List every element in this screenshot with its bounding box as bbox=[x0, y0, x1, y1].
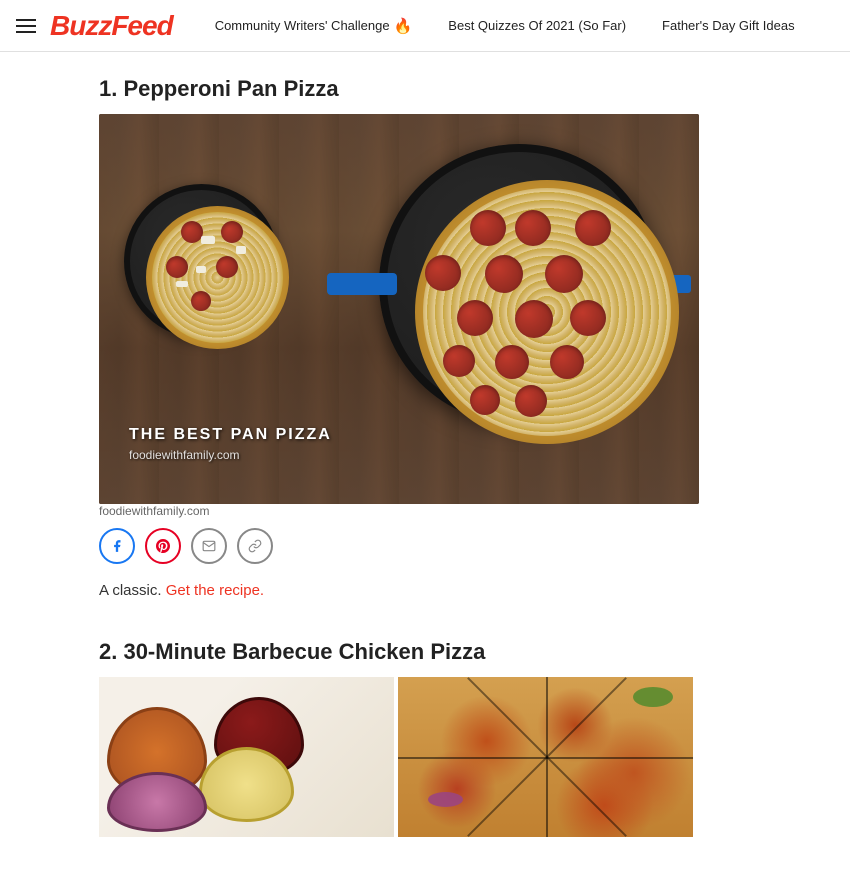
feta-1 bbox=[201, 236, 215, 244]
email-icon bbox=[202, 539, 216, 553]
nav-link-community[interactable]: Community Writers' Challenge 🔥 bbox=[197, 0, 431, 52]
image-caption-1: foodiewithfamily.com bbox=[99, 504, 751, 518]
nav-link-quizzes-label: Best Quizzes Of 2021 (So Far) bbox=[448, 18, 626, 33]
article-title-2: 2. 30-Minute Barbecue Chicken Pizza bbox=[99, 639, 751, 665]
article-title-1: 1. Pepperoni Pan Pizza bbox=[99, 76, 751, 102]
image-overlay-title: THE BEST PAN PIZZA bbox=[129, 426, 332, 444]
link-icon bbox=[248, 539, 262, 553]
article-image-container-2 bbox=[99, 677, 751, 837]
main-content: 1. Pepperoni Pan Pizza bbox=[75, 52, 775, 837]
share-link-button[interactable] bbox=[237, 528, 273, 564]
site-logo[interactable]: BuzzFeed bbox=[50, 10, 173, 42]
nav-links: Community Writers' Challenge 🔥 Best Quiz… bbox=[197, 0, 834, 52]
share-buttons-1 bbox=[99, 528, 751, 564]
feta-4 bbox=[236, 246, 246, 254]
site-header: BuzzFeed Community Writers' Challenge 🔥 … bbox=[0, 0, 850, 52]
facebook-icon bbox=[110, 539, 124, 553]
large-pan bbox=[359, 124, 679, 474]
article-image-container-1: THE BEST PAN PIZZA foodiewithfamily.com … bbox=[99, 114, 751, 518]
feta-2 bbox=[196, 266, 206, 273]
article-item-1: 1. Pepperoni Pan Pizza bbox=[99, 76, 751, 603]
share-email-button[interactable] bbox=[191, 528, 227, 564]
small-pan bbox=[114, 174, 294, 354]
article-recipe-link-1[interactable]: Get the recipe. bbox=[166, 582, 264, 599]
pizza-large bbox=[415, 180, 679, 444]
nav-link-fathers-day[interactable]: Father's Day Gift Ideas bbox=[644, 0, 813, 52]
bbq-ingredients bbox=[99, 677, 394, 837]
fire-emoji: 🔥 bbox=[394, 17, 413, 35]
small-pizza-cheese bbox=[152, 212, 283, 343]
article-description-1: A classic. Get the recipe. bbox=[99, 580, 751, 603]
pizza-cut-lines bbox=[398, 677, 693, 837]
article-item-2: 2. 30-Minute Barbecue Chicken Pizza bbox=[99, 639, 751, 837]
share-facebook-button[interactable] bbox=[99, 528, 135, 564]
nav-link-community-label: Community Writers' Challenge bbox=[215, 18, 390, 33]
small-pizza bbox=[146, 206, 289, 349]
nav-link-fathers-day-label: Father's Day Gift Ideas bbox=[662, 18, 795, 33]
article-image-1: THE BEST PAN PIZZA foodiewithfamily.com bbox=[99, 114, 699, 504]
large-pan-body bbox=[379, 144, 659, 424]
hamburger-menu[interactable] bbox=[16, 19, 36, 33]
feta-3 bbox=[176, 281, 188, 287]
article-image-2 bbox=[99, 677, 699, 837]
nav-link-quizzes[interactable]: Best Quizzes Of 2021 (So Far) bbox=[430, 0, 644, 52]
image-overlay-url: foodiewithfamily.com bbox=[129, 448, 239, 462]
share-pinterest-button[interactable] bbox=[145, 528, 181, 564]
pinterest-icon bbox=[156, 539, 170, 553]
small-pan-body bbox=[124, 184, 279, 339]
pan-handle-left bbox=[327, 273, 397, 295]
bbq-pizza bbox=[398, 677, 693, 837]
